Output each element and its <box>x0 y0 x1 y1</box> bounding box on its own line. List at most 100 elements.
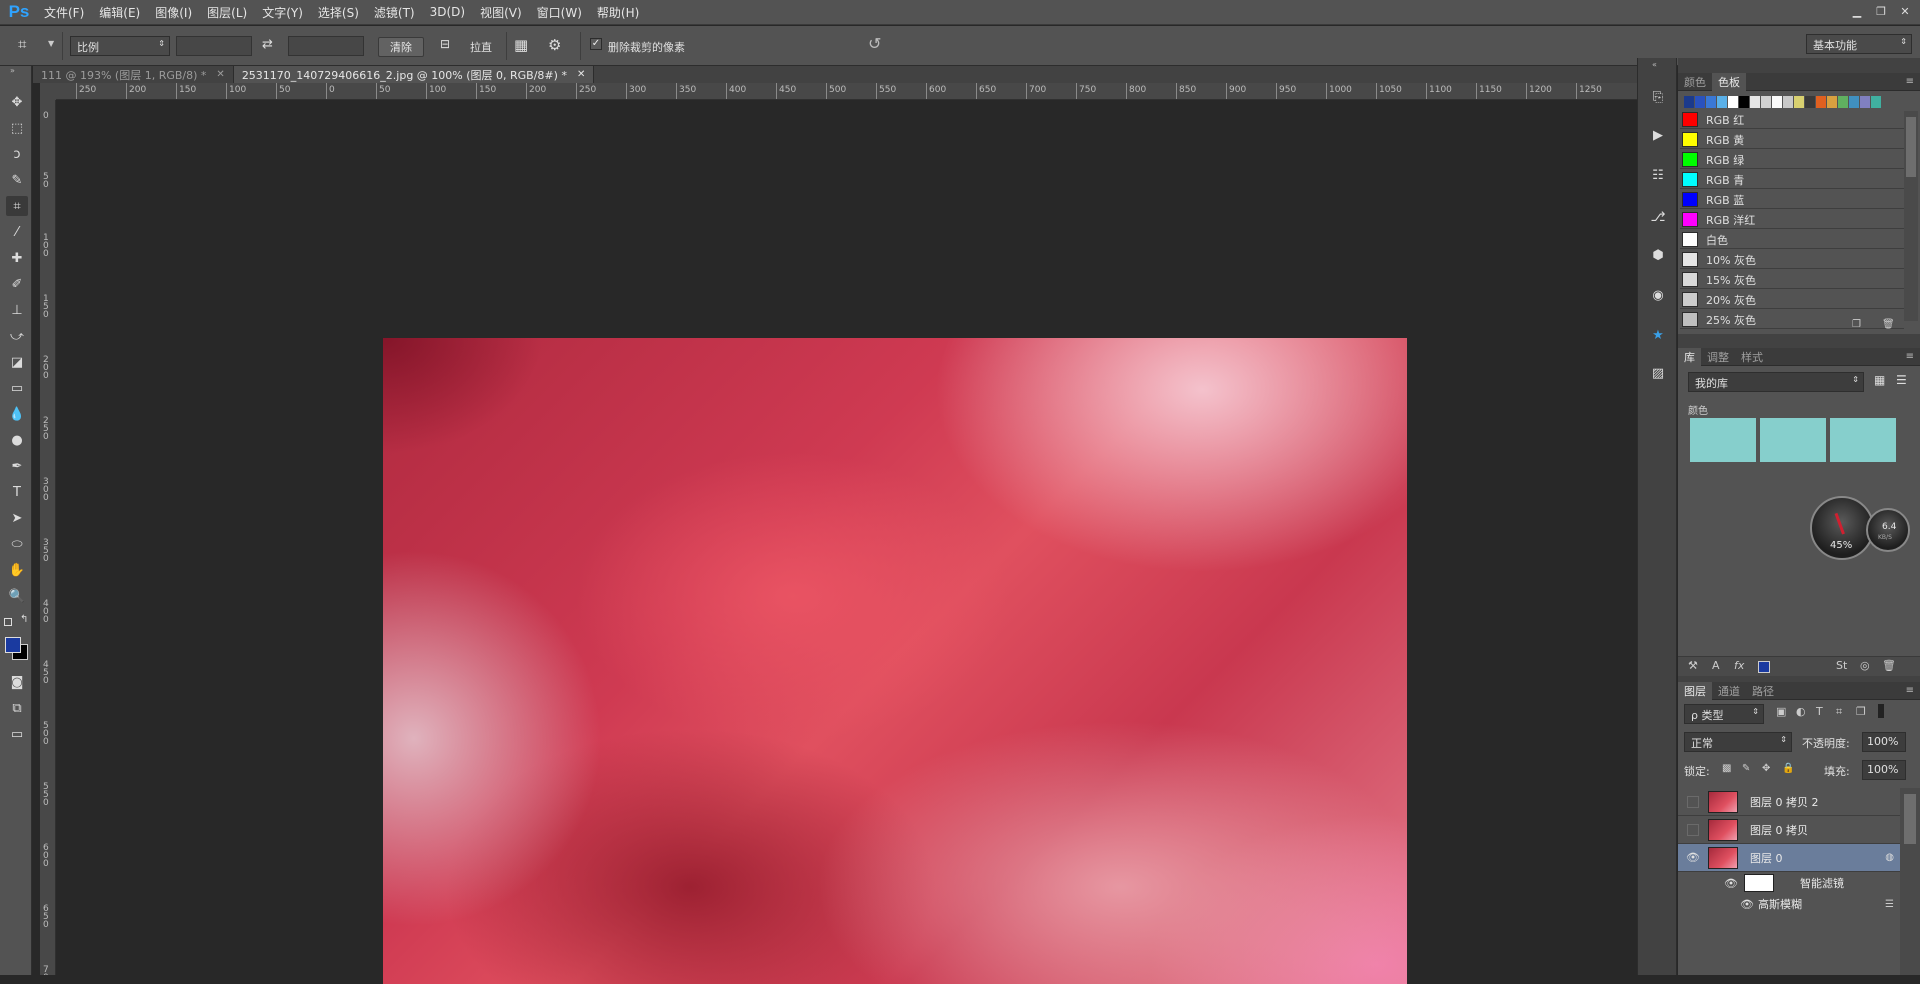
layer-filter-select[interactable]: ρ 类型 ⇕ <box>1684 704 1764 724</box>
pixel-filter-icon[interactable]: ▣ <box>1776 705 1786 718</box>
recent-swatch[interactable] <box>1750 96 1760 108</box>
stock-icon[interactable]: St <box>1836 659 1847 672</box>
panel-menu-icon[interactable]: ≡ <box>1906 685 1914 696</box>
layer-row[interactable]: 👁 图层 0 ◍ <box>1678 844 1900 872</box>
adjustment-filter-icon[interactable]: ◐ <box>1796 705 1806 718</box>
pen-tool-icon[interactable]: ✒ <box>6 456 28 476</box>
panel-menu-icon[interactable]: ≡ <box>1906 76 1914 87</box>
delete-cropped-checkbox[interactable]: ✓ <box>590 38 602 50</box>
recent-swatch[interactable] <box>1739 96 1749 108</box>
panel-menu-icon[interactable]: ≡ <box>1906 351 1914 362</box>
tab-styles[interactable]: 样式 <box>1735 348 1769 366</box>
visibility-toggle[interactable] <box>1687 795 1699 808</box>
layer-name[interactable]: 图层 0 拷贝 2 <box>1750 794 1819 810</box>
clear-button[interactable]: 清除 <box>378 37 424 57</box>
ellipse-tool-icon[interactable]: ⬭ <box>6 534 28 554</box>
lasso-tool-icon[interactable]: ↄ <box>6 144 28 164</box>
list-view-icon[interactable]: ☰ <box>1896 373 1914 391</box>
swatch-item[interactable]: 白色 <box>1680 231 1904 249</box>
lock-transparent-icon[interactable]: ▩ <box>1722 763 1731 774</box>
filter-toggle[interactable] <box>1878 704 1884 718</box>
swatch-item[interactable]: RGB 洋红 <box>1680 211 1904 229</box>
swap-colors-icon[interactable]: ↰ <box>20 614 28 625</box>
star-icon[interactable]: ★ <box>1647 324 1669 346</box>
trash-icon[interactable]: 🗑 <box>1882 659 1896 672</box>
eye-icon[interactable]: 👁 <box>1722 876 1740 890</box>
swatch-item[interactable]: RGB 青 <box>1680 171 1904 189</box>
menu-3d[interactable]: 3D(D) <box>424 0 471 25</box>
filter-row[interactable]: 👁 高斯模糊 ☰ <box>1678 894 1900 914</box>
3d-panel-icon[interactable]: ⬢ <box>1647 244 1669 266</box>
recent-swatch[interactable] <box>1871 96 1881 108</box>
recent-swatch[interactable] <box>1794 96 1804 108</box>
quick-select-tool-icon[interactable]: ✎ <box>6 170 28 190</box>
quick-mask-icon[interactable]: ◙ <box>6 672 28 692</box>
type-filter-icon[interactable]: T <box>1816 705 1823 718</box>
eyedropper-tool-icon[interactable]: ⁄ <box>6 222 28 242</box>
crop-tool-icon[interactable]: ⌗ <box>6 196 28 216</box>
ratio-height-input[interactable] <box>288 36 364 56</box>
swatch-item[interactable]: RGB 黄 <box>1680 131 1904 149</box>
filter-mask-thumbnail[interactable] <box>1744 874 1774 892</box>
artboard-icon[interactable]: ▭ <box>6 724 28 744</box>
screen-mode-icon[interactable]: ⧉ <box>6 698 28 718</box>
straighten-label[interactable]: 拉直 <box>470 39 492 55</box>
menu-view[interactable]: 视图(V) <box>474 0 528 25</box>
recent-swatch[interactable] <box>1783 96 1793 108</box>
layers-scrollbar[interactable] <box>1900 788 1920 975</box>
menu-help[interactable]: 帮助(H) <box>591 0 645 25</box>
reset-icon[interactable]: ↺ <box>868 34 881 53</box>
recent-swatch[interactable] <box>1684 96 1694 108</box>
sync-icon[interactable]: ◎ <box>1860 659 1870 672</box>
tab-layers[interactable]: 图层 <box>1678 681 1712 700</box>
swatch-item[interactable]: RGB 绿 <box>1680 151 1904 169</box>
type-tool-icon[interactable]: T <box>6 482 28 502</box>
ratio-width-input[interactable] <box>176 36 252 56</box>
default-colors-icon[interactable] <box>4 618 12 626</box>
restore-button[interactable]: ❐ <box>1870 2 1892 20</box>
close-icon[interactable]: ✕ <box>216 69 224 80</box>
tab-swatches[interactable]: 色板 <box>1712 72 1746 91</box>
shape-filter-icon[interactable]: ⌗ <box>1836 705 1842 719</box>
recent-swatch[interactable] <box>1706 96 1716 108</box>
close-button[interactable]: ✕ <box>1894 2 1916 20</box>
collapse-icon[interactable]: « <box>1652 60 1657 69</box>
recent-swatch[interactable] <box>1695 96 1705 108</box>
layer-name[interactable]: 图层 0 <box>1750 850 1783 866</box>
chevron-down-icon[interactable]: ▼ <box>48 39 54 48</box>
smart-filters-row[interactable]: 👁 智能滤镜 <box>1678 872 1900 894</box>
menu-select[interactable]: 选择(S) <box>312 0 365 25</box>
straighten-icon[interactable]: ⊟ <box>440 37 450 51</box>
menu-type[interactable]: 文字(Y) <box>256 0 309 25</box>
grid-view-icon[interactable]: ▦ <box>1874 373 1892 391</box>
tab-channels[interactable]: 通道 <box>1712 682 1746 700</box>
history-brush-tool-icon[interactable]: ⤻ <box>6 326 28 346</box>
move-tool-icon[interactable]: ✥ <box>6 92 28 112</box>
timeline-panel-icon[interactable]: ◉ <box>1647 284 1669 306</box>
recent-swatch[interactable] <box>1761 96 1771 108</box>
lock-pixels-icon[interactable]: ✎ <box>1742 763 1750 774</box>
menu-image[interactable]: 图像(I) <box>149 0 198 25</box>
gradient-tool-icon[interactable]: ▭ <box>6 378 28 398</box>
layer-row[interactable]: 图层 0 拷贝 <box>1678 816 1900 844</box>
zoom-tool-icon[interactable]: 🔍 <box>6 586 28 606</box>
collapse-icon[interactable]: » <box>10 66 15 75</box>
minimize-button[interactable]: ▁ <box>1846 2 1868 20</box>
recent-swatch[interactable] <box>1849 96 1859 108</box>
opacity-input[interactable]: 100% <box>1862 732 1906 752</box>
fx-icon[interactable]: fx <box>1734 659 1744 672</box>
swatch-item[interactable]: 20% 灰色 <box>1680 291 1904 309</box>
eye-icon[interactable]: 👁 <box>1738 897 1756 911</box>
recent-swatch[interactable] <box>1728 96 1738 108</box>
add-color-icon[interactable] <box>1758 661 1770 673</box>
recent-swatch[interactable] <box>1860 96 1870 108</box>
menu-window[interactable]: 窗口(W) <box>531 0 588 25</box>
swatch-item[interactable]: RGB 蓝 <box>1680 191 1904 209</box>
swatch-item[interactable]: 15% 灰色 <box>1680 271 1904 289</box>
swatch-item[interactable]: RGB 红 <box>1680 111 1904 129</box>
ratio-select[interactable]: 比例 ⇕ <box>70 36 170 56</box>
layer-row[interactable]: 图层 0 拷贝 2 <box>1678 788 1900 816</box>
text-style-icon[interactable]: A <box>1712 659 1720 672</box>
tab-adjustments[interactable]: 调整 <box>1701 348 1735 366</box>
menu-file[interactable]: 文件(F) <box>38 0 90 25</box>
